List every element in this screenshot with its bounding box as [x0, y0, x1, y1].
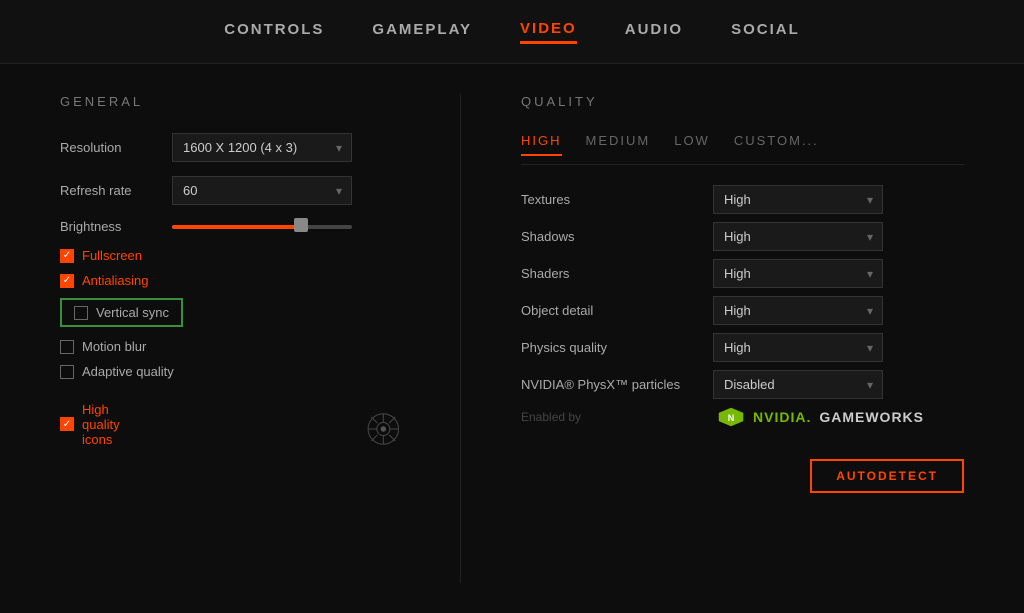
shadows-label: Shadows: [521, 229, 701, 244]
vertical-sync-label: Vertical sync: [96, 305, 169, 320]
motion-blur-row[interactable]: Motion blur: [60, 339, 400, 354]
shadows-row: Shadows HighMediumLow: [521, 222, 964, 251]
textures-row: Textures HighMediumLow: [521, 185, 964, 214]
resolution-select-wrapper: 1600 X 1200 (4 x 3) 1920 X 1080 (16 x 9)…: [172, 133, 352, 162]
left-panel: GENERAL Resolution 1600 X 1200 (4 x 3) 1…: [60, 94, 400, 583]
motion-blur-label: Motion blur: [82, 339, 146, 354]
fullscreen-row[interactable]: Fullscreen: [60, 248, 400, 263]
svg-text:N: N: [728, 413, 735, 423]
fullscreen-label: Fullscreen: [82, 248, 142, 263]
tab-custom[interactable]: CUSTOM...: [734, 133, 819, 156]
object-detail-label: Object detail: [521, 303, 701, 318]
enabled-by-label: Enabled by: [521, 410, 701, 424]
fullscreen-checkbox[interactable]: [60, 249, 74, 263]
general-title: GENERAL: [60, 94, 400, 109]
nav-video[interactable]: VIDEO: [520, 20, 577, 44]
top-nav: CONTROLS GAMEPLAY VIDEO AUDIO SOCIAL: [0, 0, 1024, 64]
high-quality-icons-row[interactable]: High quality icons: [60, 402, 127, 447]
resolution-select[interactable]: 1600 X 1200 (4 x 3) 1920 X 1080 (16 x 9)…: [172, 133, 352, 162]
quality-title: QUALITY: [521, 94, 964, 109]
shaders-select[interactable]: HighMediumLow: [713, 259, 883, 288]
tab-high[interactable]: HIGH: [521, 133, 562, 156]
brightness-row: Brightness: [60, 219, 400, 234]
bottom-row: High quality icons: [60, 389, 400, 459]
main-content: GENERAL Resolution 1600 X 1200 (4 x 3) 1…: [0, 64, 1024, 613]
nav-gameplay[interactable]: GAMEPLAY: [372, 21, 472, 42]
refresh-select-wrapper: 60 75 120 144: [172, 176, 352, 205]
tab-medium[interactable]: MEDIUM: [586, 133, 651, 156]
object-detail-row: Object detail HighMediumLow: [521, 296, 964, 325]
slider-track: [172, 225, 352, 229]
enabled-by-row: Enabled by N NVIDIA. GAMEWORKS: [521, 407, 964, 427]
wheel-icon: [367, 399, 400, 459]
textures-select[interactable]: HighMediumLow: [713, 185, 883, 214]
textures-label: Textures: [521, 192, 701, 207]
adaptive-quality-checkbox[interactable]: [60, 365, 74, 379]
quality-tabs: HIGH MEDIUM LOW CUSTOM...: [521, 133, 964, 165]
brightness-label: Brightness: [60, 219, 160, 234]
textures-select-wrapper: HighMediumLow: [713, 185, 883, 214]
refresh-rate-row: Refresh rate 60 75 120 144: [60, 176, 400, 205]
adaptive-quality-label: Adaptive quality: [82, 364, 174, 379]
refresh-rate-label: Refresh rate: [60, 183, 160, 198]
physics-quality-label: Physics quality: [521, 340, 701, 355]
nvidia-physx-row: NVIDIA® PhysX™ particles DisabledEnabled: [521, 370, 964, 399]
object-detail-select[interactable]: HighMediumLow: [713, 296, 883, 325]
antialiasing-checkbox[interactable]: [60, 274, 74, 288]
object-detail-select-wrapper: HighMediumLow: [713, 296, 883, 325]
nav-social[interactable]: SOCIAL: [731, 21, 800, 42]
physics-quality-select-wrapper: HighMediumLow: [713, 333, 883, 362]
resolution-label: Resolution: [60, 140, 160, 155]
shaders-label: Shaders: [521, 266, 701, 281]
physics-quality-row: Physics quality HighMediumLow: [521, 333, 964, 362]
right-panel: QUALITY HIGH MEDIUM LOW CUSTOM... Textur…: [521, 94, 964, 583]
nvidia-gameworks-logo: N NVIDIA. GAMEWORKS: [717, 407, 924, 427]
slider-fill: [172, 225, 298, 229]
panel-divider: [460, 94, 461, 583]
nvidia-shield-icon: N: [717, 407, 745, 427]
nvidia-text: NVIDIA.: [753, 409, 811, 425]
nvidia-physx-label: NVIDIA® PhysX™ particles: [521, 377, 701, 392]
nav-audio[interactable]: AUDIO: [625, 21, 683, 42]
shadows-select-wrapper: HighMediumLow: [713, 222, 883, 251]
brightness-slider[interactable]: [172, 223, 352, 231]
antialiasing-label: Antialiasing: [82, 273, 149, 288]
vertical-sync-row[interactable]: Vertical sync: [74, 305, 169, 320]
slider-thumb[interactable]: [294, 218, 308, 232]
antialiasing-row[interactable]: Antialiasing: [60, 273, 400, 288]
high-quality-icons-checkbox[interactable]: [60, 417, 74, 431]
adaptive-quality-row[interactable]: Adaptive quality: [60, 364, 400, 379]
shaders-row: Shaders HighMediumLow: [521, 259, 964, 288]
shaders-select-wrapper: HighMediumLow: [713, 259, 883, 288]
motion-blur-checkbox[interactable]: [60, 340, 74, 354]
nav-controls[interactable]: CONTROLS: [224, 21, 324, 42]
resolution-row: Resolution 1600 X 1200 (4 x 3) 1920 X 10…: [60, 133, 400, 162]
tab-low[interactable]: LOW: [674, 133, 710, 156]
high-quality-icons-label: High quality icons: [82, 402, 127, 447]
shadows-select[interactable]: HighMediumLow: [713, 222, 883, 251]
physics-quality-select[interactable]: HighMediumLow: [713, 333, 883, 362]
gameworks-text: GAMEWORKS: [819, 409, 924, 425]
nvidia-physx-select[interactable]: DisabledEnabled: [713, 370, 883, 399]
vertical-sync-highlighted[interactable]: Vertical sync: [60, 298, 183, 327]
vertical-sync-checkbox[interactable]: [74, 306, 88, 320]
autodetect-container: AUTODETECT: [521, 443, 964, 493]
autodetect-button[interactable]: AUTODETECT: [810, 459, 964, 493]
nvidia-physx-select-wrapper: DisabledEnabled: [713, 370, 883, 399]
refresh-rate-select[interactable]: 60 75 120 144: [172, 176, 352, 205]
